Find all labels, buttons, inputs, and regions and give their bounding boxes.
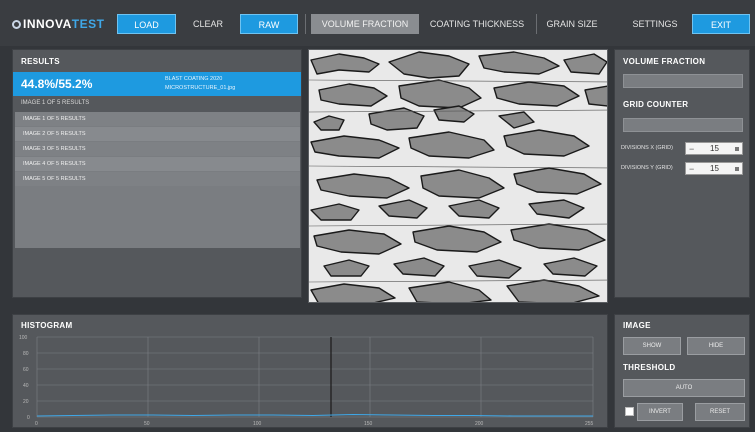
results-title: RESULTS bbox=[21, 57, 60, 66]
selected-file-2: MICROSTRUCTURE_01.jpg bbox=[165, 85, 236, 91]
histogram-panel: HISTOGRAM 100 80 60 40 20 0 0 50 100 150… bbox=[12, 314, 608, 428]
image-title: IMAGE bbox=[623, 321, 651, 330]
results-list: IMAGE 1 OF 5 RESULTS IMAGE 2 OF 5 RESULT… bbox=[15, 112, 300, 248]
volume-fraction-dropdown[interactable] bbox=[623, 74, 743, 88]
list-item[interactable]: IMAGE 5 OF 5 RESULTS bbox=[15, 172, 300, 186]
results-caption: IMAGE 1 OF 5 RESULTS bbox=[21, 100, 90, 106]
y-tick: 20 bbox=[23, 399, 29, 405]
minus-icon[interactable]: − bbox=[689, 144, 694, 154]
selected-result[interactable]: 44.8%/55.2% BLAST COATING 2020 MICROSTRU… bbox=[13, 72, 301, 96]
toolbar-divider bbox=[536, 14, 537, 34]
y-tick: 80 bbox=[23, 351, 29, 357]
stepper-handle-icon[interactable] bbox=[735, 167, 739, 171]
tab-coating-thickness[interactable]: COATING THICKNESS bbox=[423, 14, 531, 34]
y-tick: 40 bbox=[23, 383, 29, 389]
grid-x-stepper[interactable]: − 15 bbox=[685, 142, 743, 155]
x-tick: 100 bbox=[253, 421, 262, 427]
list-item-label: IMAGE 3 OF 5 RESULTS bbox=[23, 146, 86, 152]
volume-fraction-panel: VOLUME FRACTION GRID COUNTER DIVISIONS X… bbox=[614, 49, 750, 298]
x-tick: 150 bbox=[364, 421, 373, 427]
minus-icon[interactable]: − bbox=[689, 164, 694, 174]
logo-mark-icon bbox=[12, 19, 21, 29]
list-item[interactable]: IMAGE 1 OF 5 RESULTS bbox=[15, 112, 300, 126]
grid-y-stepper[interactable]: − 15 bbox=[685, 162, 743, 175]
microstructure-picture bbox=[309, 50, 607, 302]
list-item[interactable]: IMAGE 3 OF 5 RESULTS bbox=[15, 142, 300, 156]
list-item-label: IMAGE 1 OF 5 RESULTS bbox=[23, 116, 86, 122]
x-tick: 200 bbox=[475, 421, 484, 427]
grid-counter-dropdown[interactable] bbox=[623, 118, 743, 132]
list-item[interactable]: IMAGE 4 OF 5 RESULTS bbox=[15, 157, 300, 171]
toolbar-divider bbox=[305, 14, 306, 34]
top-toolbar: INNOVA TEST LOAD CLEAR RAW VOLUME FRACTIO… bbox=[0, 0, 755, 46]
list-item-label: IMAGE 4 OF 5 RESULTS bbox=[23, 161, 86, 167]
logo: INNOVA TEST bbox=[12, 17, 104, 31]
x-tick: 0 bbox=[35, 421, 38, 427]
image-hide-button[interactable]: HIDE bbox=[687, 337, 745, 355]
clear-button[interactable]: CLEAR bbox=[186, 14, 230, 34]
invert-button[interactable]: INVERT bbox=[637, 403, 683, 421]
list-item[interactable]: IMAGE 2 OF 5 RESULTS bbox=[15, 127, 300, 141]
y-tick: 0 bbox=[27, 415, 30, 421]
grid-x-value: 15 bbox=[710, 144, 719, 153]
x-tick: 50 bbox=[144, 421, 150, 427]
exit-button[interactable]: EXIT bbox=[692, 14, 750, 34]
image-threshold-panel: IMAGE SHOW HIDE THRESHOLD AUTO INVERT RE… bbox=[614, 314, 750, 428]
image-show-button[interactable]: SHOW bbox=[623, 337, 681, 355]
tab-volume-fraction[interactable]: VOLUME FRACTION bbox=[311, 14, 419, 34]
stepper-handle-icon[interactable] bbox=[735, 147, 739, 151]
logo-text: INNOVA bbox=[23, 17, 72, 31]
y-tick: 100 bbox=[19, 335, 28, 341]
load-button[interactable]: LOAD bbox=[117, 14, 176, 34]
grid-counter-title: GRID COUNTER bbox=[623, 100, 689, 109]
app-window: INNOVA TEST LOAD CLEAR RAW VOLUME FRACTIO… bbox=[0, 0, 755, 432]
selected-result-files: BLAST COATING 2020 MICROSTRUCTURE_01.jpg bbox=[165, 75, 235, 93]
microstructure-image[interactable] bbox=[308, 49, 608, 303]
y-tick: 60 bbox=[23, 367, 29, 373]
histogram-title: HISTOGRAM bbox=[21, 321, 73, 330]
histogram-chart: 100 80 60 40 20 0 0 50 100 150 200 255 bbox=[19, 335, 594, 427]
list-item-label: IMAGE 5 OF 5 RESULTS bbox=[23, 176, 86, 182]
histogram-series bbox=[36, 413, 593, 417]
list-item-label: IMAGE 2 OF 5 RESULTS bbox=[23, 131, 86, 137]
settings-button[interactable]: SETTINGS bbox=[624, 14, 686, 34]
results-panel: RESULTS 44.8%/55.2% BLAST COATING 2020 M… bbox=[12, 49, 302, 298]
x-tick: 255 bbox=[585, 421, 594, 427]
tab-grain-size[interactable]: GRAIN SIZE bbox=[540, 14, 604, 34]
threshold-auto-button[interactable]: AUTO bbox=[623, 379, 745, 397]
selected-file-1: BLAST COATING 2020 bbox=[165, 76, 223, 82]
grid-y-value: 15 bbox=[710, 164, 719, 173]
logo-accent: TEST bbox=[71, 17, 105, 31]
grid-y-label: DIVISIONS Y (GRID) bbox=[621, 165, 673, 171]
selected-result-value: 44.8%/55.2% bbox=[21, 77, 93, 91]
reset-button[interactable]: RESET bbox=[695, 403, 745, 421]
volume-fraction-title: VOLUME FRACTION bbox=[623, 57, 706, 66]
threshold-title: THRESHOLD bbox=[623, 363, 676, 372]
raw-button[interactable]: RAW bbox=[240, 14, 298, 34]
invert-checkbox[interactable] bbox=[625, 407, 634, 416]
grid-x-label: DIVISIONS X (GRID) bbox=[621, 145, 673, 151]
